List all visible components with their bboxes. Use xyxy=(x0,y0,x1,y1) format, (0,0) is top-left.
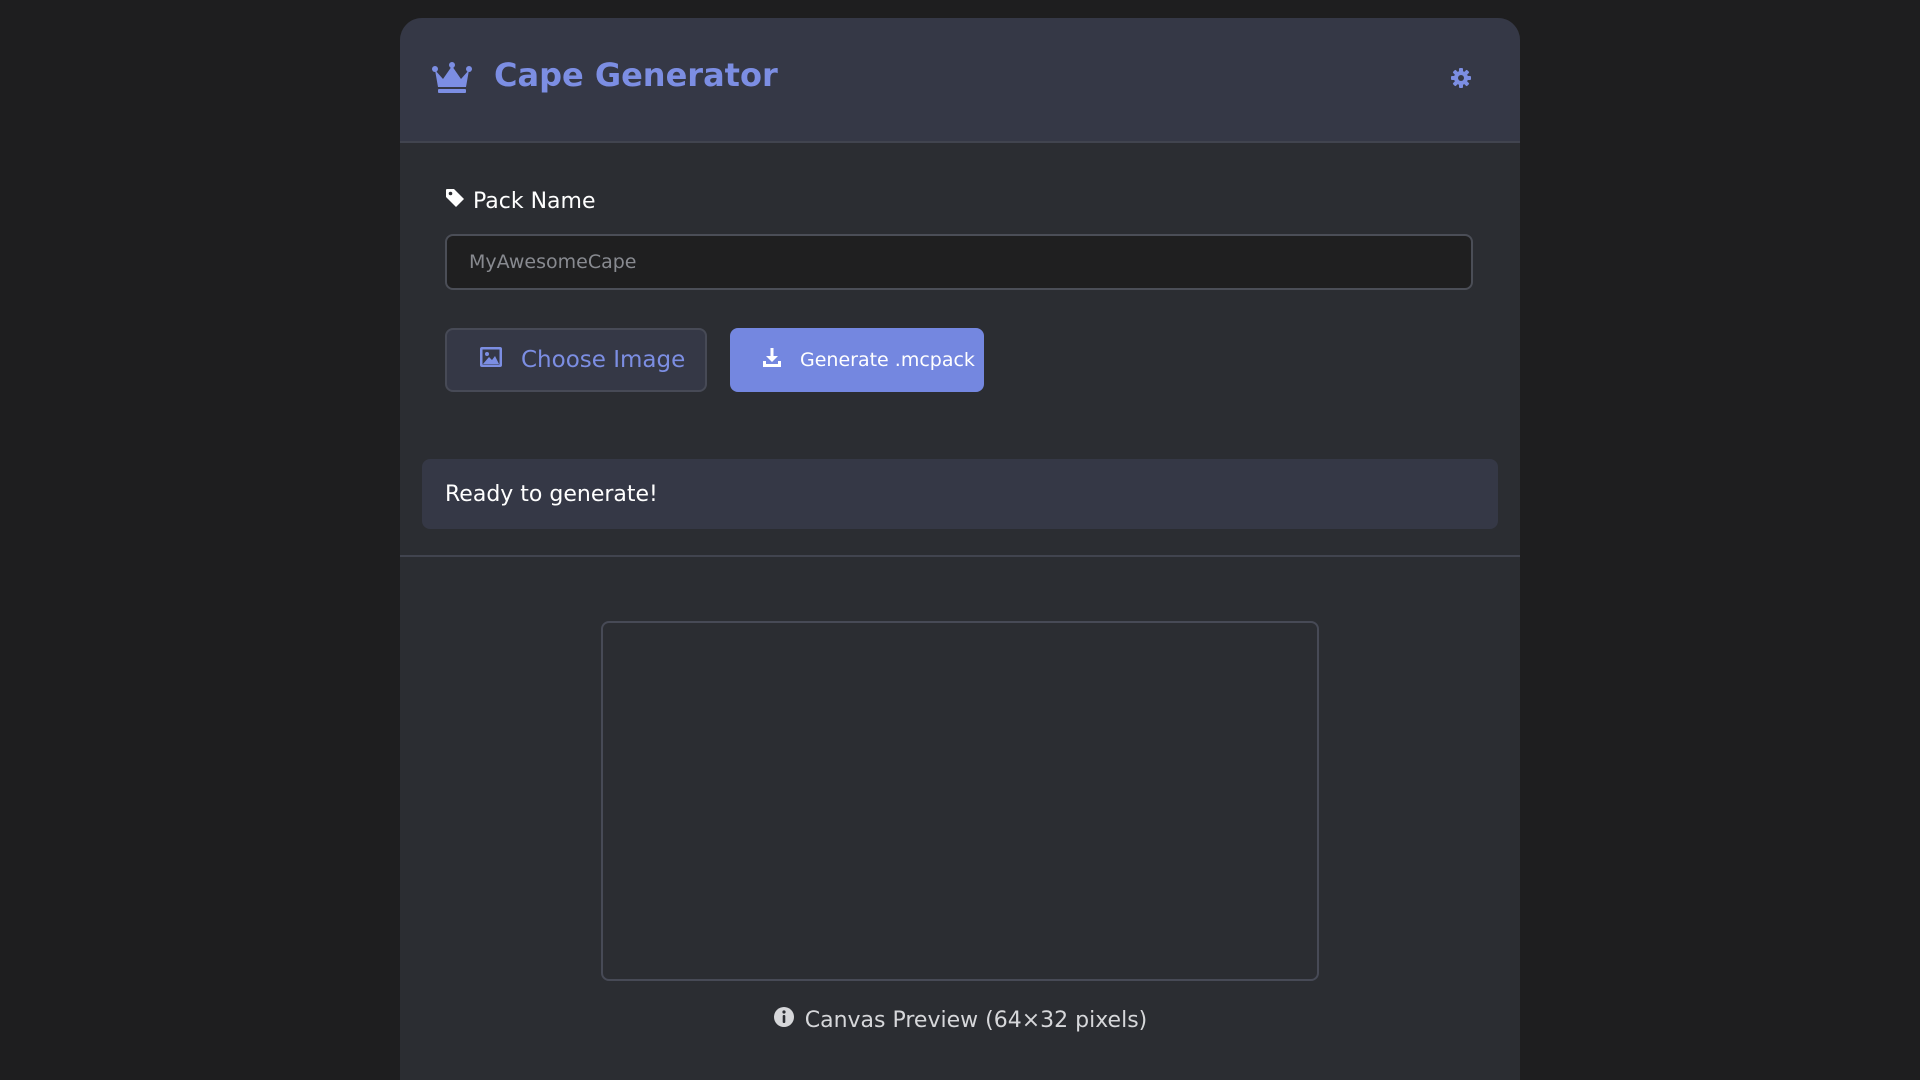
form-section: Pack Name Choose Image xyxy=(400,143,1520,557)
status-text: Ready to generate! xyxy=(445,481,658,507)
choose-image-label: Choose Image xyxy=(521,347,686,373)
cape-generator-card: Cape Generator Pack Name MyAwesomeCape C… xyxy=(400,18,1520,1080)
generate-mcpack-button[interactable]: Generate .mcpack xyxy=(730,328,984,392)
download-icon xyxy=(762,347,782,373)
generate-label: Generate .mcpack xyxy=(800,349,975,371)
gear-icon xyxy=(1451,68,1471,92)
preview-caption-text: Canvas Preview (64×32 pixels) xyxy=(804,1007,1148,1033)
pack-name-label-text: Pack Name xyxy=(473,188,596,214)
status-message: Ready to generate! xyxy=(422,459,1498,529)
pack-name-label: Pack Name xyxy=(445,188,596,214)
settings-button[interactable] xyxy=(1448,67,1474,93)
crown-icon xyxy=(432,61,472,93)
image-icon xyxy=(479,346,503,374)
page-title: Cape Generator xyxy=(494,56,778,94)
canvas-preview xyxy=(601,621,1319,981)
preview-caption: Canvas Preview (64×32 pixels) xyxy=(400,1006,1520,1034)
tag-icon xyxy=(445,188,465,214)
header: Cape Generator xyxy=(400,18,1520,143)
choose-image-button[interactable]: Choose Image xyxy=(445,328,707,392)
info-icon xyxy=(773,1006,795,1034)
pack-name-input[interactable] xyxy=(445,234,1473,290)
